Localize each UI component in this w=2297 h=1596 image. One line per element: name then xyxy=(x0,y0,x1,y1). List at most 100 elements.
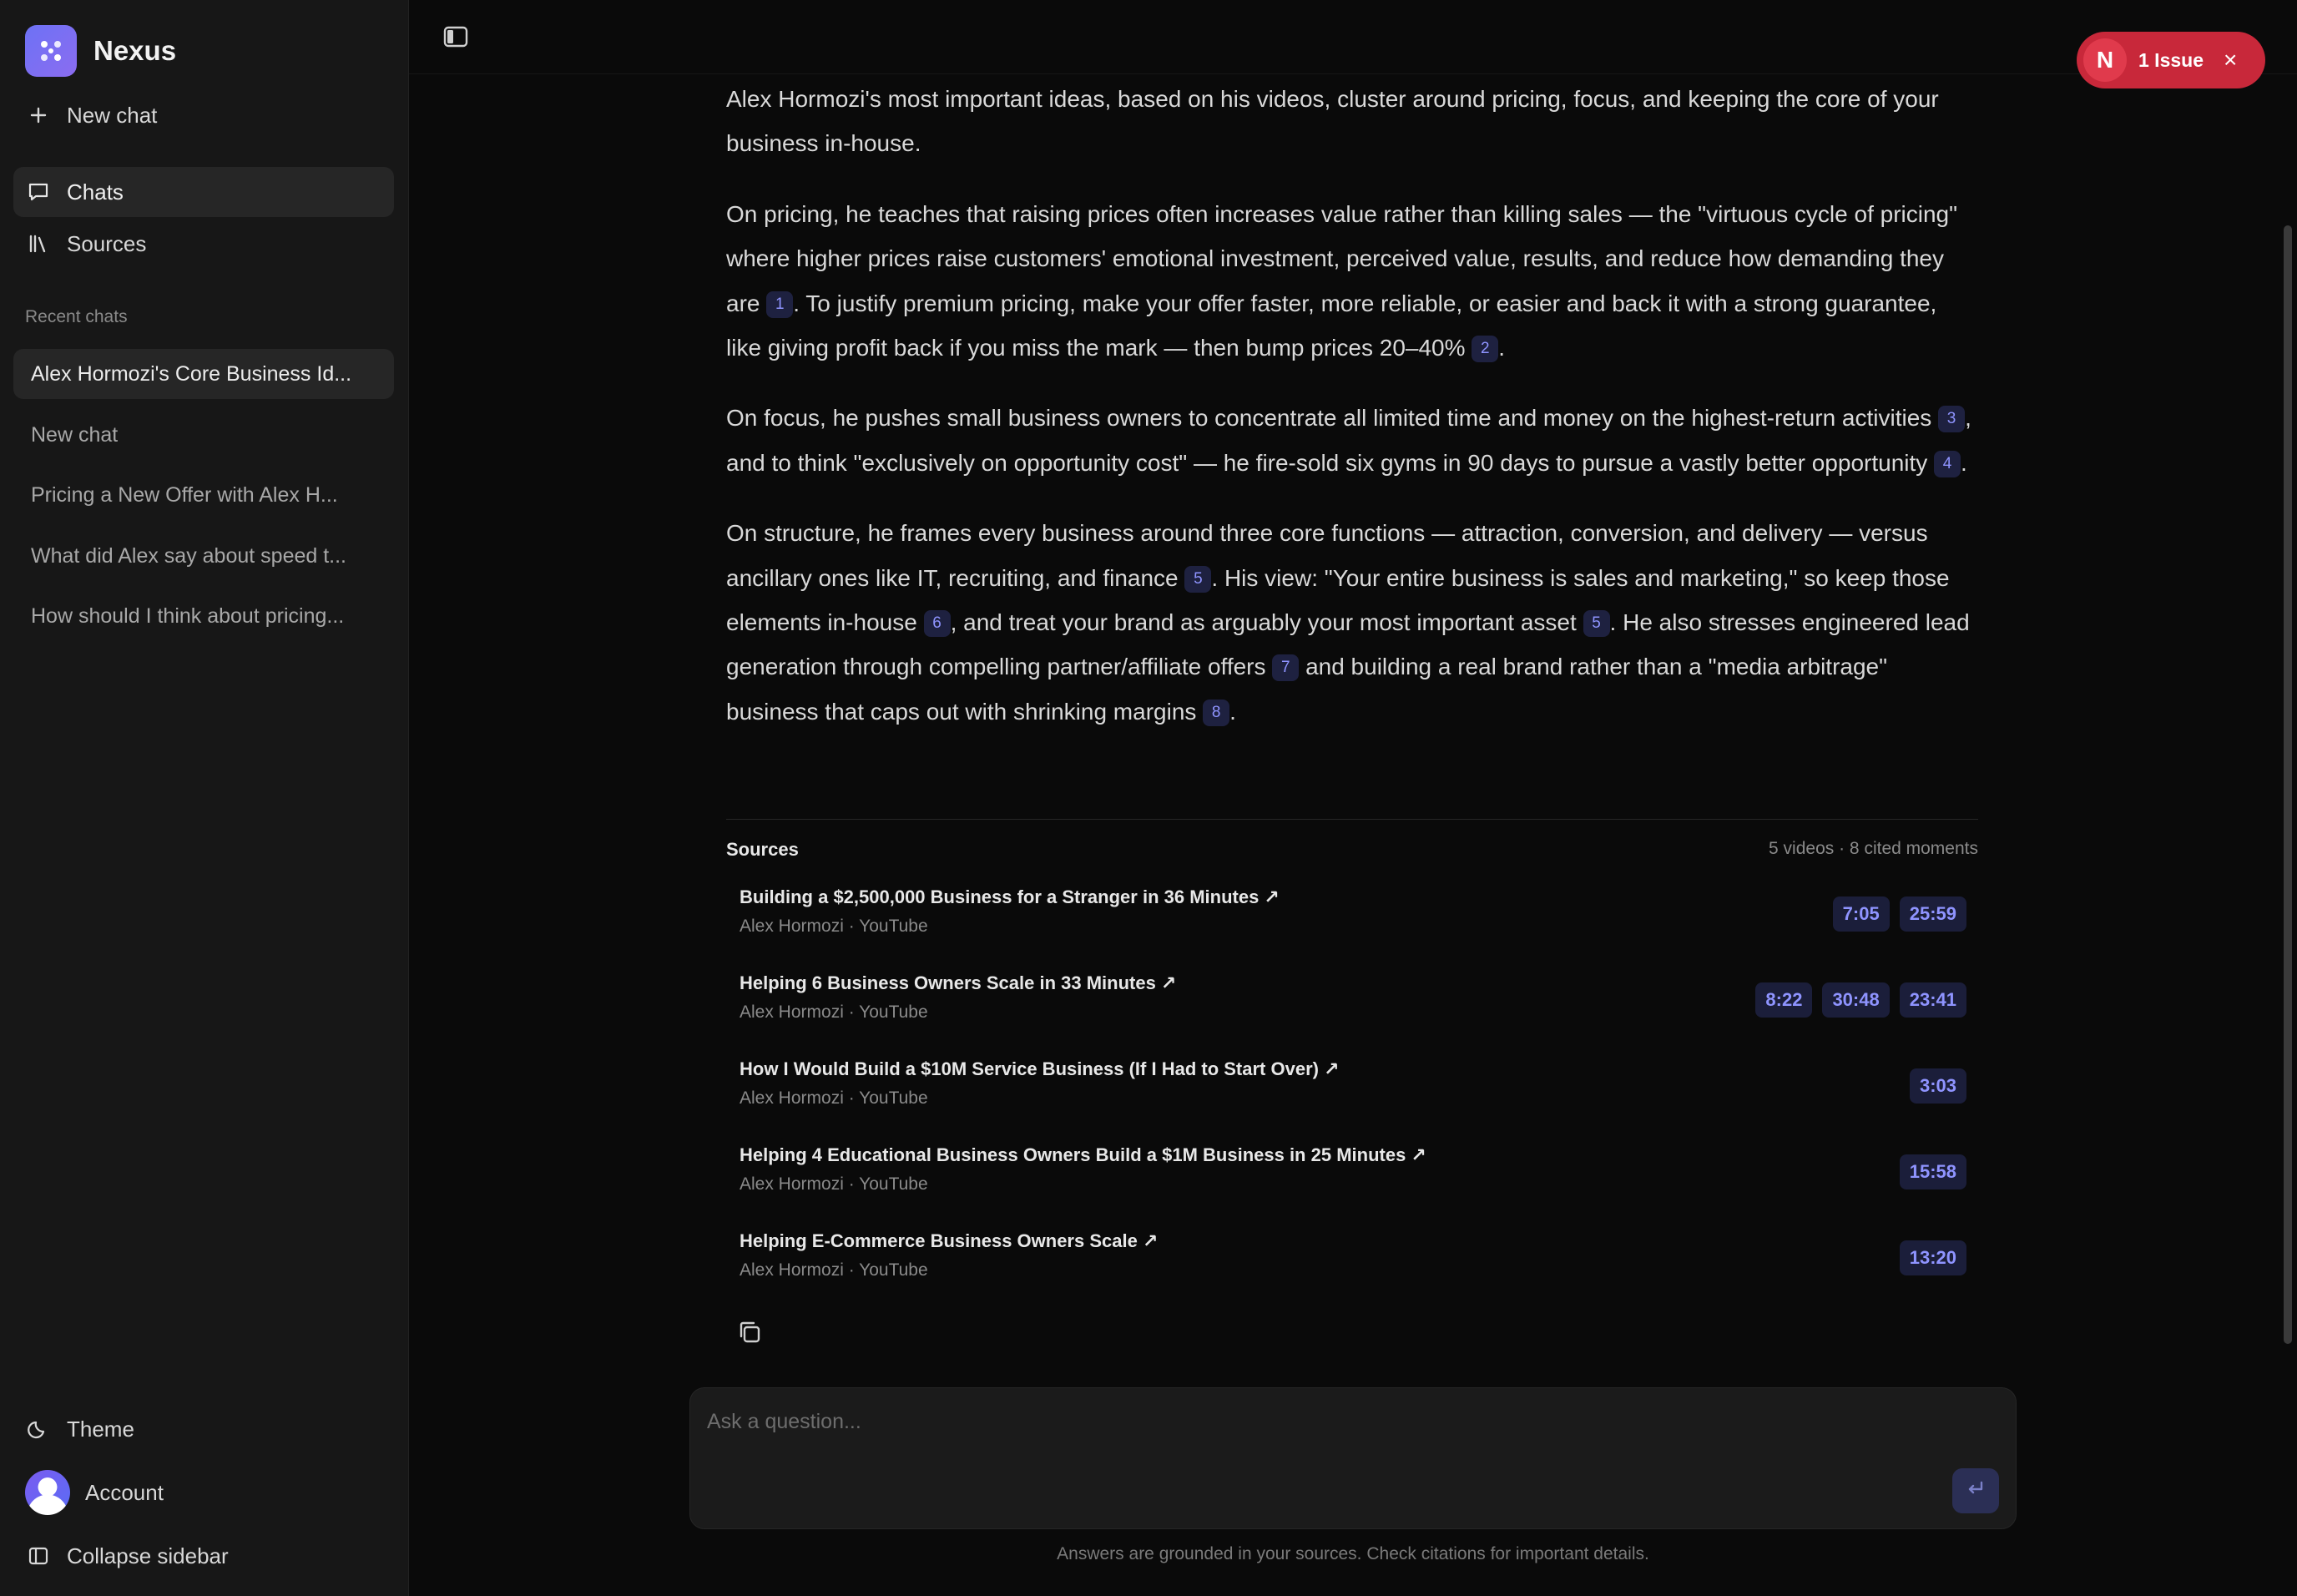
answer-text: . xyxy=(1229,698,1236,725)
new-chat-label: New chat xyxy=(67,102,158,128)
theme-label: Theme xyxy=(67,1416,134,1442)
composer xyxy=(689,1387,2017,1529)
panel-toggle-icon xyxy=(443,25,468,53)
copy-icon xyxy=(736,1319,763,1350)
timestamp-chip[interactable]: 23:41 xyxy=(1899,982,1966,1018)
source-title-link[interactable]: Helping E-Commerce Business Owners Scale… xyxy=(740,1230,1158,1252)
account-button[interactable]: Account xyxy=(13,1467,394,1518)
citation-chip[interactable]: 4 xyxy=(1934,450,1961,477)
timestamp-group: 3:03 xyxy=(1909,1068,1966,1104)
answer-text: . xyxy=(1498,335,1506,361)
timestamp-chip[interactable]: 30:48 xyxy=(1822,982,1890,1018)
timestamp-group: 8:22 30:48 23:41 xyxy=(1755,982,1966,1018)
sidebar-toggle-button[interactable] xyxy=(439,23,472,53)
timestamp-group: 7:05 25:59 xyxy=(1832,896,1966,932)
source-channel: Alex Hormozi · YouTube xyxy=(740,1174,928,1194)
answer-text: Alex Hormozi's most important ideas, bas… xyxy=(726,86,1939,157)
answer-text: , and treat your brand as arguably your … xyxy=(950,609,1577,636)
timestamp-chip[interactable]: 3:03 xyxy=(1909,1068,1966,1104)
answer-paragraph: On pricing, he teaches that raising pric… xyxy=(726,192,1978,371)
recent-chat-item[interactable]: New chat xyxy=(13,410,394,460)
timestamp-group: 13:20 xyxy=(1899,1240,1966,1275)
sidebar-item-label: Chats xyxy=(67,179,124,205)
timestamp-chip[interactable]: 25:59 xyxy=(1899,896,1966,932)
scrollbar[interactable] xyxy=(2284,225,2292,1344)
recent-chat-item[interactable]: What did Alex say about speed t... xyxy=(13,531,394,581)
plus-icon xyxy=(25,102,52,129)
source-title-link[interactable]: Helping 4 Educational Business Owners Bu… xyxy=(740,1144,1426,1166)
timestamp-chip[interactable]: 13:20 xyxy=(1899,1240,1966,1275)
citation-chip[interactable]: 1 xyxy=(766,290,794,318)
recent-chats-label: Recent chats xyxy=(25,307,128,326)
answer-paragraph: Alex Hormozi's most important ideas, bas… xyxy=(726,77,1978,166)
question-input[interactable] xyxy=(707,1410,1875,1434)
moon-icon xyxy=(25,1416,52,1442)
recent-chat-title: Pricing a New Offer with Alex H... xyxy=(31,482,338,507)
source-title-link[interactable]: How I Would Build a $10M Service Busines… xyxy=(740,1058,1340,1080)
copy-button[interactable] xyxy=(735,1319,765,1349)
sources-divider xyxy=(726,819,1978,820)
brand-name: Nexus xyxy=(93,35,177,66)
source-channel: Alex Hormozi · YouTube xyxy=(740,1088,928,1108)
library-icon xyxy=(25,230,52,257)
brand[interactable]: Nexus xyxy=(25,25,176,77)
recent-chat-title: How should I think about pricing... xyxy=(31,604,345,628)
answer-text: On focus, he pushes small business owner… xyxy=(726,405,1932,432)
sidebar-item-label: Sources xyxy=(67,230,147,256)
citation-chip[interactable]: 7 xyxy=(1272,654,1300,682)
new-chat-button[interactable]: New chat xyxy=(13,90,394,140)
theme-button[interactable]: Theme xyxy=(13,1404,394,1454)
citation-chip[interactable]: 6 xyxy=(923,610,951,638)
recent-chat-title: What did Alex say about speed t... xyxy=(31,543,347,568)
account-label: Account xyxy=(85,1479,164,1505)
sidebar-item-chats[interactable]: Chats xyxy=(13,167,394,217)
answer-text: . To justify premium pricing, make your … xyxy=(726,290,1937,361)
citation-chip[interactable]: 5 xyxy=(1583,610,1610,638)
citation-chip[interactable]: 8 xyxy=(1203,699,1230,726)
disclaimer: Answers are grounded in your sources. Ch… xyxy=(1057,1544,1649,1563)
answer-paragraph: On focus, he pushes small business owner… xyxy=(726,396,1978,485)
enter-icon xyxy=(1965,1479,1987,1503)
answer-text: . xyxy=(1961,449,1967,476)
issue-badge[interactable]: N 1 Issue × xyxy=(2077,32,2265,88)
recent-chat-title: New chat xyxy=(31,422,119,447)
timestamp-chip[interactable]: 15:58 xyxy=(1899,1154,1966,1189)
source-item[interactable]: Helping 4 Educational Business Owners Bu… xyxy=(740,1144,1966,1220)
collapse-sidebar-label: Collapse sidebar xyxy=(67,1543,229,1568)
sources-title: Sources xyxy=(726,839,799,860)
issue-text: 1 Issue xyxy=(2138,48,2204,71)
sources-meta: 5 videos · 8 cited moments xyxy=(1769,839,1978,858)
sources-header: Sources 5 videos · 8 cited moments xyxy=(726,839,1978,861)
citation-chip[interactable]: 5 xyxy=(1184,565,1212,593)
source-title-link[interactable]: Helping 6 Business Owners Scale in 33 Mi… xyxy=(740,972,1176,994)
timestamp-group: 15:58 xyxy=(1899,1154,1966,1189)
source-item[interactable]: Building a $2,500,000 Business for a Str… xyxy=(740,886,1966,962)
recent-chat-item[interactable]: Alex Hormozi's Core Business Id... xyxy=(13,349,394,399)
collapse-sidebar-button[interactable]: Collapse sidebar xyxy=(13,1531,394,1581)
source-title-link[interactable]: Building a $2,500,000 Business for a Str… xyxy=(740,886,1280,908)
source-item[interactable]: Helping E-Commerce Business Owners Scale… xyxy=(740,1230,1966,1306)
send-button[interactable] xyxy=(1952,1468,1999,1513)
recent-chat-item[interactable]: How should I think about pricing... xyxy=(13,591,394,641)
citation-chip[interactable]: 2 xyxy=(1472,336,1499,363)
timestamp-chip[interactable]: 8:22 xyxy=(1755,982,1813,1018)
collapse-sidebar-icon xyxy=(25,1543,52,1569)
answer-content: Alex Hormozi's most important ideas, bas… xyxy=(726,73,1978,760)
source-channel: Alex Hormozi · YouTube xyxy=(740,1260,928,1280)
recent-chat-item[interactable]: Pricing a New Offer with Alex H... xyxy=(13,470,394,520)
citation-chip[interactable]: 3 xyxy=(1938,406,1966,433)
chat-bubble-icon xyxy=(25,179,52,205)
source-item[interactable]: How I Would Build a $10M Service Busines… xyxy=(740,1058,1966,1134)
answer-paragraph: On structure, he frames every business a… xyxy=(726,511,1978,734)
source-channel: Alex Hormozi · YouTube xyxy=(740,1003,928,1022)
sidebar: Nexus New chat Chats Sources Recent chat… xyxy=(0,0,409,1596)
nexus-logo-icon xyxy=(25,25,77,77)
source-item[interactable]: Helping 6 Business Owners Scale in 33 Mi… xyxy=(740,972,1966,1048)
avatar xyxy=(25,1470,70,1515)
recent-chat-title: Alex Hormozi's Core Business Id... xyxy=(31,361,352,386)
close-icon[interactable]: × xyxy=(2224,47,2237,73)
issue-initial: N xyxy=(2083,38,2127,82)
sidebar-item-sources[interactable]: Sources xyxy=(13,219,394,269)
source-channel: Alex Hormozi · YouTube xyxy=(740,917,928,936)
timestamp-chip[interactable]: 7:05 xyxy=(1832,896,1890,932)
